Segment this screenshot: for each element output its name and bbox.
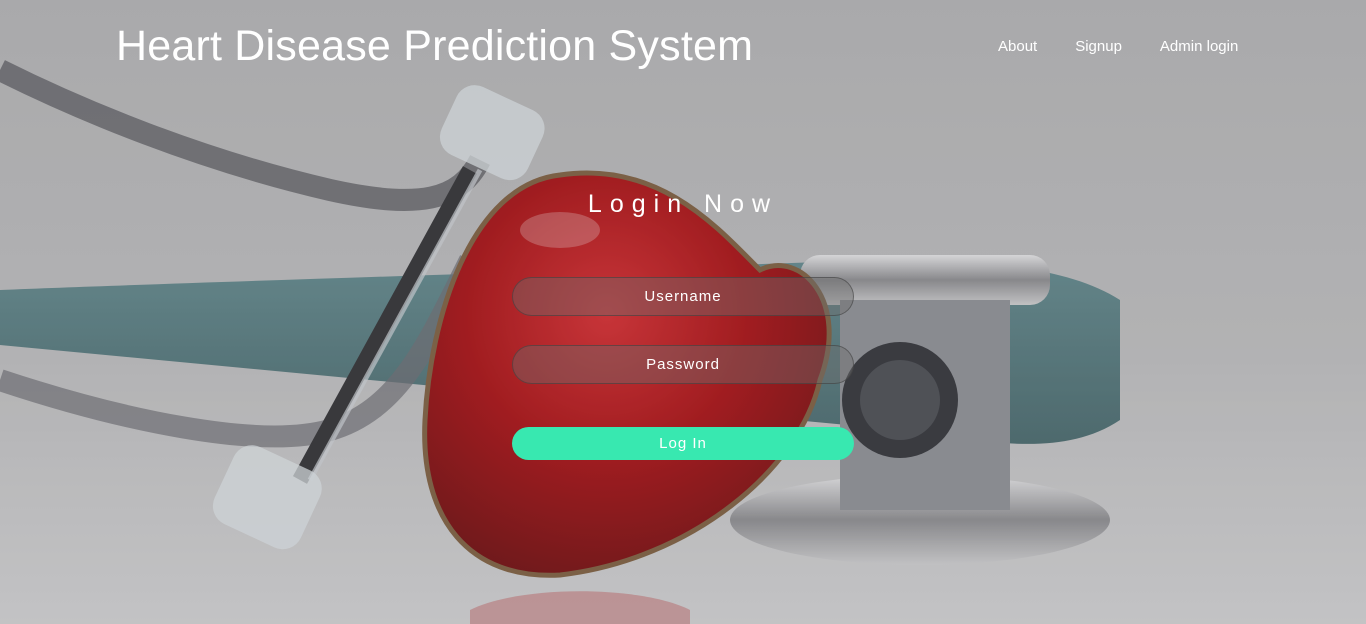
password-input[interactable] [512,345,854,384]
nav-link-about[interactable]: About [998,38,1037,55]
top-nav: About Signup Admin login [998,38,1276,55]
nav-link-admin-login[interactable]: Admin login [1160,38,1238,55]
login-button[interactable]: Log In [512,427,854,460]
username-input[interactable] [512,277,854,316]
site-title: Heart Disease Prediction System [116,22,754,70]
nav-link-signup[interactable]: Signup [1075,38,1122,55]
login-title: Login Now [587,190,779,218]
